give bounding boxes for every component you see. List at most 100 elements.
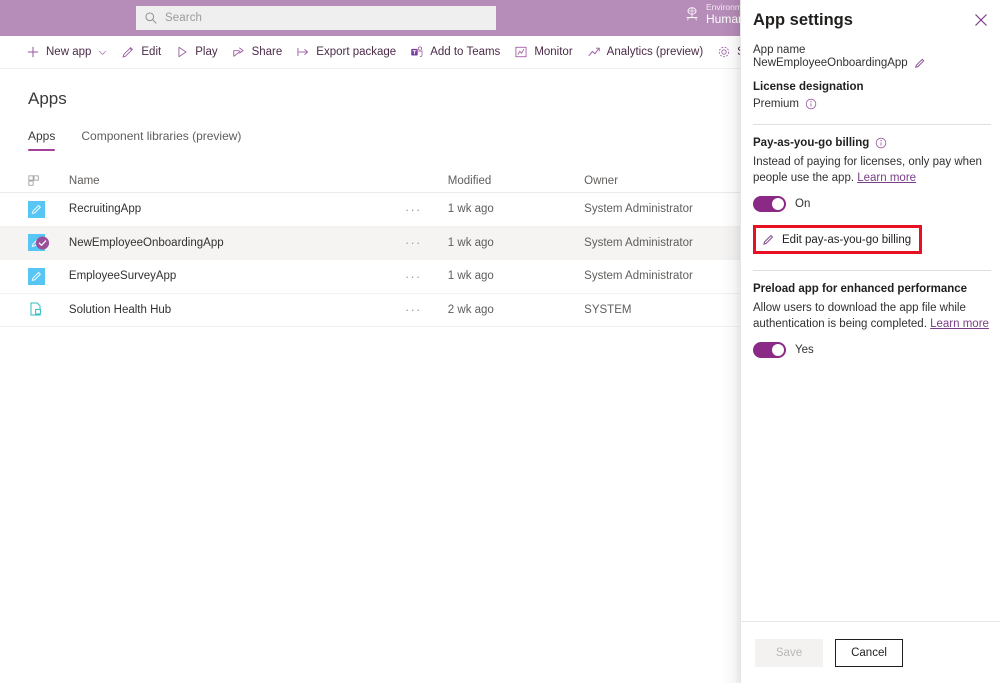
search-icon: [144, 11, 158, 25]
export-package-label: Export package: [316, 46, 396, 58]
table-row[interactable]: EmployeeSurveyApp ··· 1 wk ago System Ad…: [0, 260, 740, 294]
app-modified: 1 wk ago: [448, 270, 584, 282]
app-name-value: NewEmployeeOnboardingApp: [753, 57, 908, 69]
play-button[interactable]: Play: [175, 36, 217, 69]
close-icon[interactable]: [974, 13, 988, 27]
payg-heading: Pay-as-you-go billing: [753, 137, 991, 149]
app-owner: System Administrator: [584, 237, 740, 249]
app-name: EmployeeSurveyApp: [69, 270, 405, 282]
analytics-icon: [587, 45, 601, 59]
payg-description: Instead of paying for licenses, only pay…: [753, 155, 991, 186]
canvas-app-icon: [28, 201, 45, 218]
table-row[interactable]: NewEmployeeOnboardingApp ··· 1 wk ago Sy…: [0, 227, 740, 261]
preload-toggle-knob: [772, 344, 784, 356]
panel-divider: [753, 124, 991, 125]
payg-learn-more-link[interactable]: Learn more: [857, 172, 916, 184]
panel-body: App name NewEmployeeOnboardingApp Licens…: [753, 44, 991, 358]
app-name-value-row: NewEmployeeOnboardingApp: [753, 57, 991, 69]
tab-component-libraries[interactable]: Component libraries (preview): [81, 129, 241, 158]
gear-icon: [717, 45, 731, 59]
license-value-row: Premium: [753, 98, 991, 110]
plus-icon: [26, 45, 40, 59]
app-name: RecruitingApp: [69, 203, 405, 215]
share-button[interactable]: Share: [232, 36, 283, 69]
pencil-icon[interactable]: [914, 57, 926, 69]
table-row[interactable]: Solution Health Hub ··· 2 wk ago SYSTEM: [0, 294, 740, 328]
play-label: Play: [195, 46, 217, 58]
row-more-actions[interactable]: ···: [405, 303, 448, 316]
add-to-teams-button[interactable]: Add to Teams: [410, 36, 500, 69]
table-row[interactable]: RecruitingApp ··· 1 wk ago System Admini…: [0, 193, 740, 227]
canvas-app-icon: [28, 268, 45, 285]
payg-heading-label: Pay-as-you-go billing: [753, 137, 869, 149]
app-modified: 1 wk ago: [448, 237, 584, 249]
command-bar: New app Edit Play: [0, 36, 740, 69]
column-header-icon[interactable]: [28, 175, 69, 187]
tab-apps[interactable]: Apps: [28, 129, 55, 158]
license-designation-heading: License designation: [753, 81, 991, 93]
row-more-actions[interactable]: ···: [405, 236, 448, 249]
preload-learn-more-link[interactable]: Learn more: [930, 318, 989, 330]
search-box[interactable]: Search: [136, 6, 496, 30]
app-type-icon-cell: [28, 201, 69, 218]
column-header-modified[interactable]: Modified: [448, 175, 584, 187]
info-icon[interactable]: [805, 98, 817, 110]
panel-title: App settings: [753, 11, 853, 30]
tab-strip: Apps Component libraries (preview): [28, 129, 241, 158]
pencil-icon: [121, 45, 135, 59]
app-name: Solution Health Hub: [69, 304, 405, 316]
share-icon: [232, 45, 246, 59]
power-apps-maker-portal: Search Environment Human: [0, 0, 1000, 683]
panel-footer: Save Cancel: [741, 621, 1000, 683]
analytics-button[interactable]: Analytics (preview): [587, 36, 704, 69]
app-modified: 1 wk ago: [448, 203, 584, 215]
save-button[interactable]: Save: [755, 639, 823, 667]
analytics-label: Analytics (preview): [607, 46, 704, 58]
row-more-actions[interactable]: ···: [405, 203, 448, 216]
app-owner: System Administrator: [584, 270, 740, 282]
preload-heading: Preload app for enhanced performance: [753, 283, 991, 295]
license-value: Premium: [753, 98, 799, 110]
pencil-icon: [762, 233, 775, 246]
license-designation-label: License designation: [753, 81, 864, 93]
app-owner: System Administrator: [584, 203, 740, 215]
table-header-row: Name Modified Owner: [0, 169, 740, 193]
export-package-button[interactable]: Export package: [296, 36, 396, 69]
edit-payg-billing-button[interactable]: Edit pay-as-you-go billing: [753, 225, 922, 254]
monitor-icon: [514, 45, 528, 59]
apps-table: Name Modified Owner RecruitingApp ···: [0, 169, 740, 327]
share-label: Share: [252, 46, 283, 58]
payg-toggle-state: On: [795, 198, 810, 210]
edit-label: Edit: [141, 46, 161, 58]
app-type-icon-cell: [28, 301, 69, 318]
page-title: Apps: [28, 89, 67, 109]
column-header-owner[interactable]: Owner: [584, 175, 740, 187]
edit-button[interactable]: Edit: [121, 36, 161, 69]
play-icon: [175, 45, 189, 59]
app-name: NewEmployeeOnboardingApp: [69, 237, 405, 249]
info-icon[interactable]: [875, 137, 887, 149]
preload-toggle[interactable]: [753, 342, 786, 358]
app-type-icon-cell: [28, 268, 69, 285]
add-to-teams-label: Add to Teams: [430, 46, 500, 58]
export-icon: [296, 45, 310, 59]
payg-toggle-knob: [772, 198, 784, 210]
payg-toggle[interactable]: [753, 196, 786, 212]
monitor-button[interactable]: Monitor: [514, 36, 572, 69]
app-modified: 2 wk ago: [448, 304, 584, 316]
cancel-button[interactable]: Cancel: [835, 639, 903, 667]
grid-icon: [28, 175, 40, 187]
preload-toggle-row: Yes: [753, 342, 991, 358]
tab-component-libraries-label: Component libraries (preview): [81, 129, 241, 143]
app-name-label: App name: [753, 44, 991, 56]
payg-toggle-row: On: [753, 196, 991, 212]
column-header-name[interactable]: Name: [69, 175, 405, 187]
row-more-actions[interactable]: ···: [405, 270, 448, 283]
monitor-label: Monitor: [534, 46, 572, 58]
panel-divider: [753, 270, 991, 271]
row-selected-check-icon[interactable]: [35, 235, 50, 250]
new-app-button[interactable]: New app: [26, 36, 107, 69]
search-placeholder-text: Search: [165, 12, 202, 24]
new-app-label: New app: [46, 46, 91, 58]
teams-icon: [410, 45, 424, 59]
